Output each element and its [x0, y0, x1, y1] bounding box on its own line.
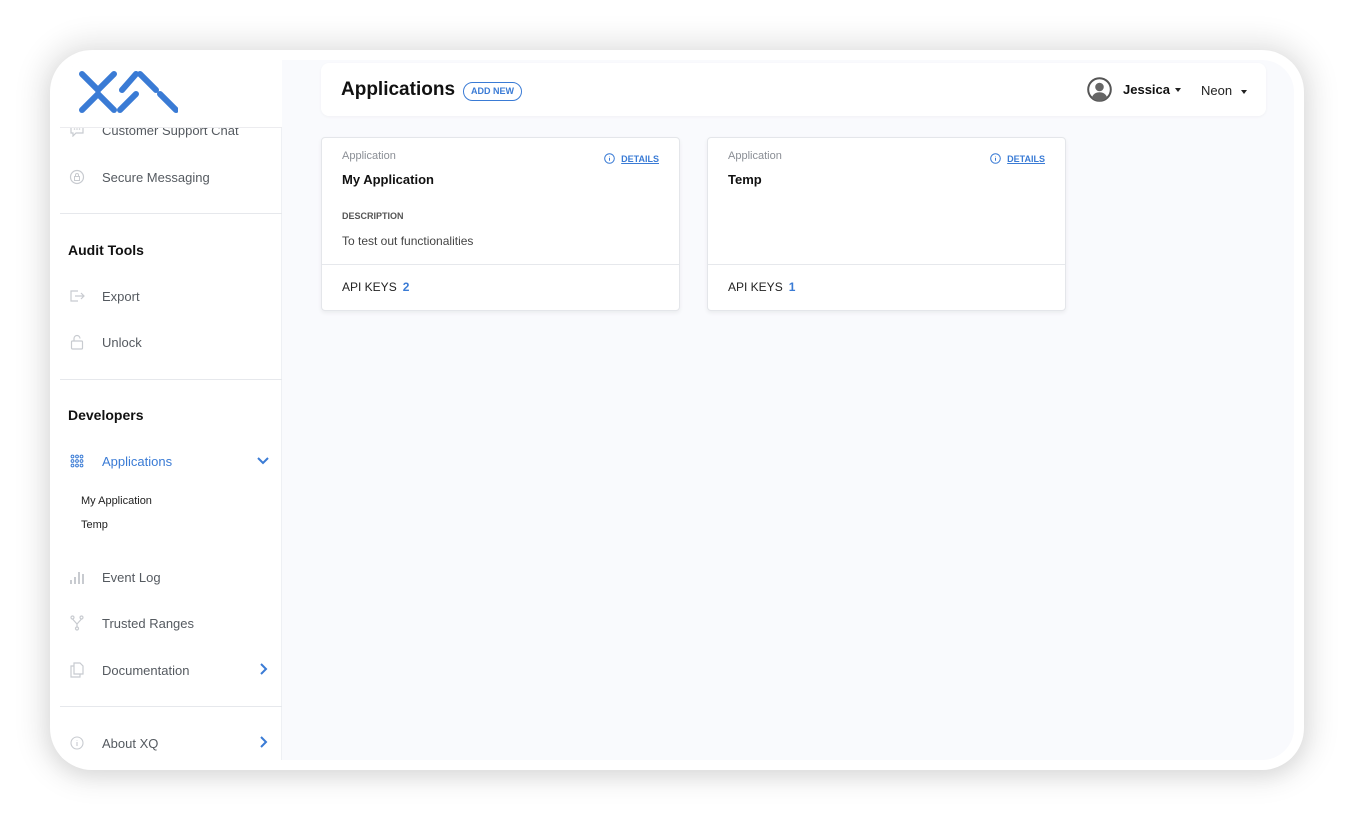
- unlock-icon: [68, 333, 86, 351]
- section-title-audit-tools: Audit Tools: [68, 242, 144, 258]
- card-divider: [322, 264, 679, 265]
- avatar-icon: [1087, 77, 1112, 102]
- app-window: Customer Support Chat Secure Messaging A…: [60, 60, 1294, 760]
- sidebar-divider: [60, 706, 282, 707]
- sidebar-subitem-my-application[interactable]: My Application: [81, 495, 152, 507]
- sidebar-item-label: About XQ: [102, 735, 159, 751]
- export-icon: [68, 287, 86, 305]
- info-icon: [990, 153, 1001, 164]
- xq-logo: [79, 71, 178, 113]
- api-keys-label: API KEYS: [342, 280, 397, 294]
- sidebar-item-event-log[interactable]: Event Log: [60, 557, 282, 597]
- user-menu[interactable]: Jessica: [1087, 77, 1181, 102]
- sidebar-item-applications[interactable]: Applications: [60, 441, 282, 481]
- chevron-down-icon[interactable]: [256, 453, 270, 467]
- info-icon: [604, 153, 615, 164]
- page-title: Applications: [341, 79, 456, 100]
- main-content: Applications ADD NEW Jessica Neon Applic…: [282, 60, 1294, 760]
- fork-icon: [68, 614, 86, 632]
- sidebar-item-export[interactable]: Export: [60, 276, 282, 316]
- info-icon: [68, 734, 86, 752]
- details-link[interactable]: DETAILS: [604, 153, 659, 164]
- sidebar-item-label: Export: [102, 288, 140, 304]
- chevron-right-icon[interactable]: [256, 662, 270, 676]
- api-keys[interactable]: API KEYS 1: [728, 280, 795, 294]
- grid-dots-icon: [68, 452, 86, 470]
- sidebar-item-label: Documentation: [102, 662, 190, 678]
- sidebar-item-about-xq[interactable]: About XQ: [60, 723, 282, 760]
- sidebar-item-unlock[interactable]: Unlock: [60, 322, 282, 362]
- api-keys-count: 1: [788, 280, 796, 294]
- card-kind: Application: [342, 150, 396, 162]
- lock-bubble-icon: [68, 168, 86, 186]
- sidebar-item-documentation[interactable]: Documentation: [60, 650, 282, 690]
- caret-down-icon: [1240, 89, 1247, 94]
- details-link[interactable]: DETAILS: [990, 153, 1045, 164]
- org-name: Neon: [1201, 83, 1233, 98]
- documents-icon: [68, 661, 86, 679]
- card-title: My Application: [342, 172, 434, 187]
- details-label: DETAILS: [1007, 153, 1045, 164]
- sidebar: Customer Support Chat Secure Messaging A…: [60, 60, 282, 760]
- page-header: Applications ADD NEW Jessica Neon: [321, 63, 1266, 116]
- sidebar-item-label: Event Log: [102, 569, 161, 585]
- sidebar-item-secure-messaging[interactable]: Secure Messaging: [60, 157, 282, 197]
- application-card: Application Temp DETAILS API KEYS 1: [707, 137, 1066, 311]
- card-title: Temp: [728, 172, 762, 187]
- sidebar-divider: [60, 213, 282, 214]
- logo-bar: [60, 60, 282, 128]
- add-new-button[interactable]: ADD NEW: [463, 82, 522, 101]
- user-name: Jessica: [1123, 82, 1170, 97]
- sidebar-item-trusted-ranges[interactable]: Trusted Ranges: [60, 603, 282, 643]
- sidebar-divider: [60, 379, 282, 380]
- api-keys-label: API KEYS: [728, 280, 783, 294]
- description-label: DESCRIPTION: [342, 211, 404, 221]
- card-divider: [708, 264, 1065, 265]
- sidebar-item-label: Unlock: [102, 334, 142, 350]
- api-keys[interactable]: API KEYS 2: [342, 280, 409, 294]
- description-text: To test out functionalities: [342, 234, 474, 248]
- caret-down-icon: [1175, 87, 1181, 92]
- device-frame: Customer Support Chat Secure Messaging A…: [50, 50, 1304, 770]
- card-kind: Application: [728, 150, 782, 162]
- application-card: Application My Application DETAILS DESCR…: [321, 137, 680, 311]
- sidebar-subitem-temp[interactable]: Temp: [81, 519, 108, 531]
- section-title-developers: Developers: [68, 407, 144, 423]
- api-keys-count: 2: [402, 280, 410, 294]
- sidebar-item-label: Secure Messaging: [102, 169, 210, 185]
- sidebar-item-label: Applications: [102, 453, 173, 469]
- details-label: DETAILS: [621, 153, 659, 164]
- sidebar-item-label: Trusted Ranges: [102, 615, 195, 631]
- chevron-right-icon[interactable]: [256, 735, 270, 749]
- org-menu[interactable]: Neon: [1201, 83, 1247, 98]
- bar-chart-icon: [68, 568, 86, 586]
